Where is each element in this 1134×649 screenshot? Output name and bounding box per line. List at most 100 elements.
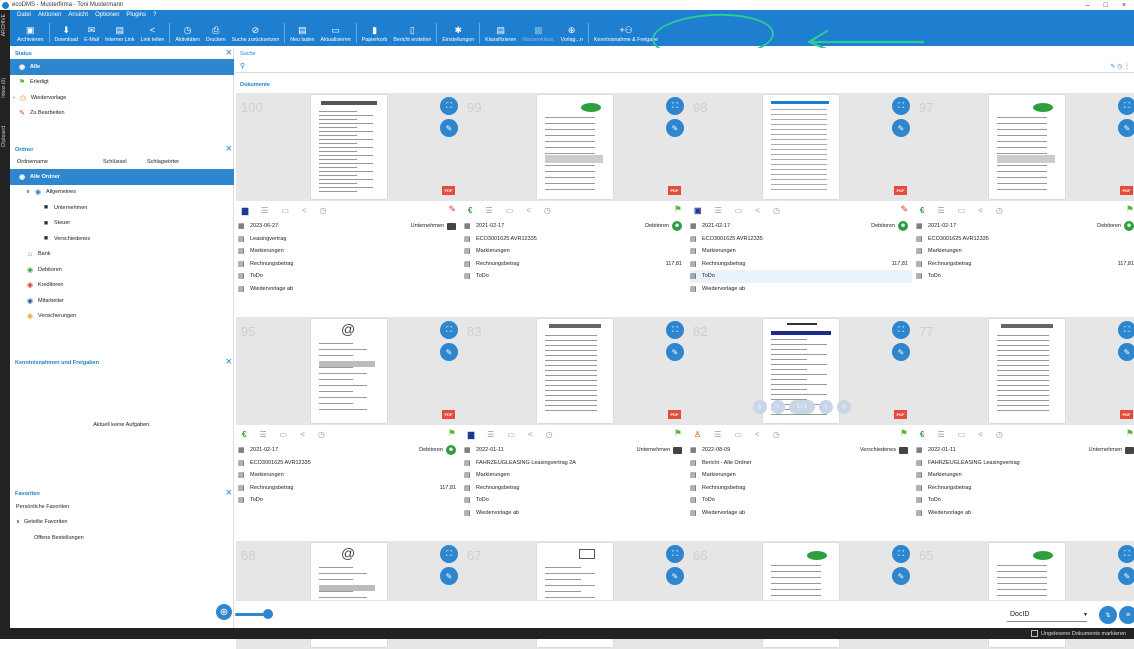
document-thumbnail[interactable]: 98 PDF ⛶ ✎ [688,93,914,201]
list-icon[interactable]: ☰ [937,206,944,215]
document-card[interactable]: 83 PDF ⛶ ✎ ▆ ☰ ▭ < ◷ ⚑ ▦ 2022-01-11 Unternehmen ▤ FAHR… [462,317,688,535]
fav-personal[interactable]: Persönliche Favoriten [10,499,234,515]
document-card[interactable]: 100 PDF ⛶ ✎ ▆ ☰ ▭ < ◷ ✎ ▦ 2023-06-27 Unternehmen ▤ Lea… [236,93,462,311]
status-flag-icon[interactable]: ⚑ [1126,428,1134,439]
edit-icon[interactable]: ✎ [666,343,684,361]
fullscreen-icon[interactable]: ⛶ [440,97,458,115]
close-window-button[interactable]: × [1122,2,1126,9]
list-icon[interactable]: ☰ [259,430,266,439]
fullscreen-icon[interactable]: ⛶ [1118,545,1134,563]
share-icon[interactable]: < [755,430,760,439]
edit-icon[interactable]: ✎ [892,567,910,585]
first-page-icon[interactable]: |‹ [753,400,767,414]
menu-item-2[interactable]: Ansicht [68,12,88,18]
toolbar-button-8[interactable]: ⎙ Drucken [203,20,229,46]
history-icon[interactable]: ◷ [546,430,553,439]
fullscreen-icon[interactable]: ⛶ [440,321,458,339]
share-icon[interactable]: < [978,206,983,215]
close-status-icon[interactable]: × [226,47,232,59]
document-thumbnail[interactable]: 100 PDF ⛶ ✎ [236,93,462,201]
history-icon[interactable]: ◷ [544,206,551,215]
status-flag-icon[interactable]: ⚑ [674,428,682,439]
status-flag-icon[interactable]: ⚑ [448,428,456,439]
menu-item-0[interactable]: Datei [17,12,31,18]
document-card[interactable]: 97 PDF ⛶ ✎ € ☰ ▭ < ◷ ⚑ ▦ 2021-02-17 Debitoren ☻ ▤ ECO30… [914,93,1134,311]
status-flag-icon[interactable]: ⚑ [674,204,682,215]
list-icon[interactable]: ☰ [714,430,721,439]
fullscreen-icon[interactable]: ⛶ [666,97,684,115]
status-item-1[interactable]: ⚑ Erledigt [10,75,234,91]
fullscreen-icon[interactable]: ⛶ [892,545,910,563]
history-icon[interactable]: ◷ [320,206,327,215]
tab-inbox[interactable]: Inbox (0) [1,78,7,98]
list-icon[interactable]: ☰ [261,206,268,215]
fullscreen-icon[interactable]: ⛶ [1118,321,1134,339]
col-ordnername[interactable]: Ordnername [17,159,103,165]
close-kenntnis-icon[interactable]: × [226,356,232,368]
folder-item-9[interactable]: ◉ Versicherungen [10,309,234,325]
document-thumbnail[interactable]: 83 PDF ⛶ ✎ [462,317,688,425]
edit-icon[interactable]: ✎ [892,119,910,137]
view-mode-button[interactable]: ≡ [1119,606,1134,624]
tag-icon[interactable]: ▭ [280,430,288,439]
toolbar-button-14[interactable]: ▮ Papierkorb [359,20,391,46]
folder-item-6[interactable]: ◉ Debitoren [10,262,234,278]
toolbar-button-21[interactable]: ⊕ Vorlag...n [557,20,585,46]
status-flag-icon[interactable]: ⚑ [1126,204,1134,215]
list-icon[interactable]: ☰ [487,430,494,439]
list-icon[interactable]: ☰ [715,206,722,215]
prev-page-icon[interactable]: ‹ [771,400,785,414]
edit-icon[interactable]: ✎ [440,119,458,137]
status-flag-icon[interactable]: ✎ [900,204,908,215]
toolbar-button-20[interactable]: ▩ Massenklass. [519,20,557,46]
toolbar-button-9[interactable]: ⊘ Suche zurücksetzen [229,20,283,46]
menu-item-3[interactable]: Optionen [95,12,119,18]
folder-item-1[interactable]: ∨ ◉ Allgemeines [10,185,234,201]
zoom-slider-handle[interactable] [263,609,273,619]
col-schlagwoerter[interactable]: Schlagwörter [147,159,179,165]
folder-item-0[interactable]: ◉ Alle Ordner [10,169,234,185]
list-icon[interactable]: ☰ [485,206,492,215]
edit-icon[interactable]: ✎ [666,119,684,137]
toolbar-button-11[interactable]: ▤ Neu laden [287,20,317,46]
folder-item-3[interactable]: ■ Steuer [10,216,234,232]
share-icon[interactable]: < [300,430,305,439]
col-schluessel[interactable]: Schlüssel [103,159,147,165]
tag-icon[interactable]: ▭ [734,430,742,439]
fullscreen-icon[interactable]: ⛶ [440,545,458,563]
tag-icon[interactable]: ▭ [958,430,966,439]
close-favoriten-icon[interactable]: × [226,487,232,499]
document-card[interactable]: 82 PDF ⛶ ✎ ♙ ☰ ▭ < ◷ ⚑ ▦ 2022-08-09 Verschiedenes ▤ Be… [688,317,914,535]
folder-item-8[interactable]: ◉ Mitarbeiter [10,293,234,309]
tag-icon[interactable]: ▭ [958,206,966,215]
toolbar-button-19[interactable]: ▤ Klassifizieren [482,20,519,46]
share-icon[interactable]: < [528,430,533,439]
menu-item-5[interactable]: ? [153,12,156,18]
toolbar-button-5[interactable]: < Link teilen [138,20,168,46]
document-thumbnail[interactable]: 97 PDF ⛶ ✎ [914,93,1134,201]
history-icon[interactable]: ◷ [773,206,780,215]
edit-icon[interactable]: ✎ [440,567,458,585]
history-icon[interactable]: ◷ [318,430,325,439]
fav-shared[interactable]: ∨ Geteilte Favoriten [10,515,234,531]
document-thumbnail[interactable]: 77 PDF ⛶ ✎ [914,317,1134,425]
fav-offene-bestellungen[interactable]: Offene Bestellungen [10,530,234,546]
document-thumbnail[interactable]: 95 @ PDF ⛶ ✎ [236,317,462,425]
history-icon[interactable]: ◷ [996,206,1003,215]
sort-select[interactable]: DocID ▾ [1007,607,1087,622]
folder-item-4[interactable]: ■ Verschiedenes [10,231,234,247]
document-thumbnail[interactable]: 99 PDF ⛶ ✎ [462,93,688,201]
status-item-3[interactable]: ✎ Zu Bearbeiten [10,106,234,122]
status-item-0[interactable]: ◉ Alle [10,59,234,75]
toolbar-button-23[interactable]: +⚇ Kenntnisnahme & Freigabe [591,20,661,46]
folder-item-7[interactable]: ◉ Kreditoren [10,278,234,294]
fullscreen-icon[interactable]: ⛶ [892,321,910,339]
folder-item-5[interactable]: ⌂ Bank [10,247,234,263]
status-flag-icon[interactable]: ✎ [448,204,456,215]
toolbar-button-4[interactable]: ▤ Interner Link [102,20,137,46]
search-actions[interactable]: ✎ ◷ ⋮ [1110,63,1134,70]
status-item-2[interactable]: › ◷ Wiedervorlage [10,90,234,106]
menu-item-1[interactable]: Aktionen [38,12,61,18]
history-icon[interactable]: ◷ [773,430,780,439]
expand-icon[interactable]: ∨ [16,519,20,525]
